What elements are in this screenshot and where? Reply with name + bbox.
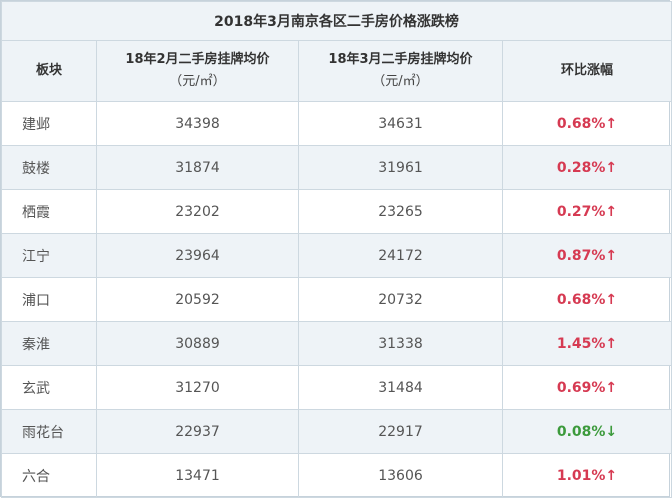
change-cell: 0.87%↑ bbox=[501, 233, 672, 278]
feb-price-cell: 22937 bbox=[96, 409, 299, 454]
district-cell: 栖霞 bbox=[1, 189, 97, 234]
table-row: 建邺 34398 34631 0.68%↑ bbox=[1, 101, 672, 146]
mar-price-cell: 24172 bbox=[298, 233, 503, 278]
feb-price-cell: 23202 bbox=[96, 189, 299, 234]
table-row: 栖霞 23202 23265 0.27%↑ bbox=[1, 189, 672, 234]
table-row: 玄武 31270 31484 0.69%↑ bbox=[1, 365, 672, 410]
district-cell: 玄武 bbox=[1, 365, 97, 410]
mar-price-cell: 22917 bbox=[298, 409, 503, 454]
change-cell: 0.08%↓ bbox=[501, 409, 672, 454]
header-mar-price: 18年3月二手房挂牌均价 （元/㎡） bbox=[298, 40, 503, 102]
feb-price-cell: 13471 bbox=[96, 453, 299, 498]
price-table-container: 2018年3月南京各区二手房价格涨跌榜 板块 18年2月二手房挂牌均价 （元/㎡… bbox=[0, 0, 672, 498]
feb-price-cell: 20592 bbox=[96, 277, 299, 322]
mar-price-cell: 20732 bbox=[298, 277, 503, 322]
header-change: 环比涨幅 bbox=[501, 40, 672, 102]
district-cell: 建邺 bbox=[1, 101, 97, 146]
change-cell: 0.68%↑ bbox=[501, 277, 672, 322]
mar-price-cell: 31338 bbox=[298, 321, 503, 366]
change-cell: 0.27%↑ bbox=[501, 189, 672, 234]
price-change-table: 2018年3月南京各区二手房价格涨跌榜 板块 18年2月二手房挂牌均价 （元/㎡… bbox=[0, 1, 672, 498]
district-cell: 浦口 bbox=[1, 277, 97, 322]
mar-price-cell: 13606 bbox=[298, 453, 503, 498]
feb-price-cell: 31270 bbox=[96, 365, 299, 410]
mar-price-cell: 31484 bbox=[298, 365, 503, 410]
table-title: 2018年3月南京各区二手房价格涨跌榜 bbox=[0, 1, 672, 41]
feb-price-cell: 23964 bbox=[96, 233, 299, 278]
table-row: 雨花台 22937 22917 0.08%↓ bbox=[1, 409, 672, 454]
district-cell: 雨花台 bbox=[1, 409, 97, 454]
table-row: 江宁 23964 24172 0.87%↑ bbox=[1, 233, 672, 278]
district-cell: 六合 bbox=[1, 453, 97, 498]
header-mar-unit: （元/㎡） bbox=[372, 74, 429, 89]
change-cell: 0.69%↑ bbox=[501, 365, 672, 410]
mar-price-cell: 34631 bbox=[298, 101, 503, 146]
header-district: 板块 bbox=[1, 40, 97, 102]
header-mar-label: 18年3月二手房挂牌均价 bbox=[328, 52, 473, 67]
district-cell: 鼓楼 bbox=[1, 145, 97, 190]
table-row: 秦淮 30889 31338 1.45%↑ bbox=[1, 321, 672, 366]
table-body: 建邺 34398 34631 0.68%↑ 鼓楼 31874 31961 0.2… bbox=[1, 101, 672, 498]
change-cell: 1.45%↑ bbox=[501, 321, 672, 366]
mar-price-cell: 31961 bbox=[298, 145, 503, 190]
header-row: 板块 18年2月二手房挂牌均价 （元/㎡） 18年3月二手房挂牌均价 （元/㎡）… bbox=[1, 40, 672, 102]
feb-price-cell: 34398 bbox=[96, 101, 299, 146]
table-row: 浦口 20592 20732 0.68%↑ bbox=[1, 277, 672, 322]
header-feb-unit: （元/㎡） bbox=[169, 74, 226, 89]
mar-price-cell: 23265 bbox=[298, 189, 503, 234]
header-feb-price: 18年2月二手房挂牌均价 （元/㎡） bbox=[96, 40, 299, 102]
header-feb-label: 18年2月二手房挂牌均价 bbox=[125, 52, 270, 67]
change-cell: 0.28%↑ bbox=[501, 145, 672, 190]
table-row: 鼓楼 31874 31961 0.28%↑ bbox=[1, 145, 672, 190]
change-cell: 0.68%↑ bbox=[501, 101, 672, 146]
feb-price-cell: 30889 bbox=[96, 321, 299, 366]
change-cell: 1.01%↑ bbox=[501, 453, 672, 498]
district-cell: 秦淮 bbox=[1, 321, 97, 366]
table-row: 六合 13471 13606 1.01%↑ bbox=[1, 453, 672, 498]
feb-price-cell: 31874 bbox=[96, 145, 299, 190]
table-title-row: 2018年3月南京各区二手房价格涨跌榜 bbox=[0, 1, 672, 41]
district-cell: 江宁 bbox=[1, 233, 97, 278]
